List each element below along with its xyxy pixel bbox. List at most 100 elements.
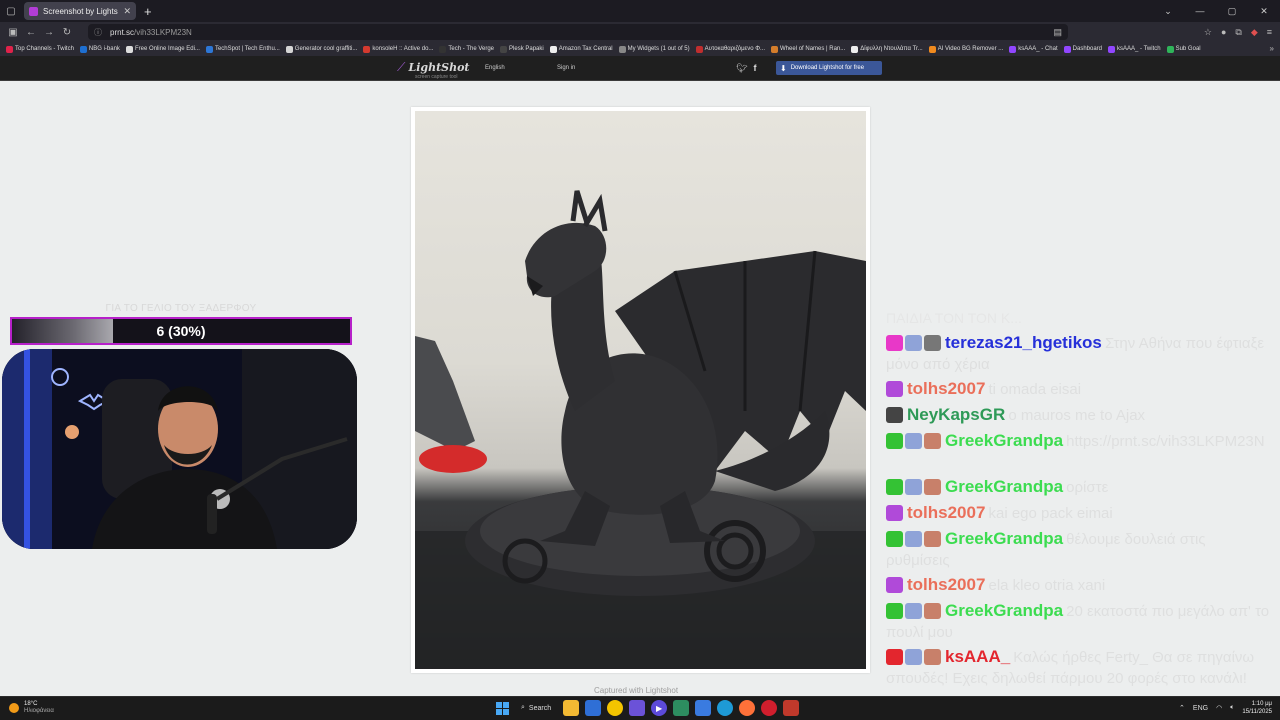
address-bar[interactable]: ⓘ prnt.sc/vih33LKPM23N ▤	[88, 24, 1068, 40]
back-icon[interactable]: ←	[22, 27, 40, 38]
bookmark-item[interactable]: Free Online Image Edi...	[125, 45, 200, 53]
menu-icon[interactable]: ≡	[1267, 27, 1272, 38]
download-button[interactable]: ⬇ Download Lightshot for free	[776, 61, 882, 75]
media-player-icon[interactable]: ▶	[651, 700, 668, 716]
new-tab-icon[interactable]: +	[144, 5, 152, 18]
bookmark-favicon-icon	[125, 45, 133, 53]
close-tab-icon[interactable]: ✕	[123, 6, 131, 17]
firefox-icon[interactable]	[739, 700, 756, 716]
url-text[interactable]: prnt.sc/vih33LKPM23N	[110, 28, 192, 37]
account-icon[interactable]: ●	[1221, 27, 1226, 38]
bookmark-star-icon[interactable]: ☆	[1204, 27, 1212, 38]
reload-icon[interactable]: ↻	[58, 27, 76, 38]
twitter-icon[interactable]: 🐦︎	[736, 63, 747, 74]
search-icon: ⌕	[521, 704, 525, 711]
toolbar-icons: ☆ ● ⧉ ◆ ≡	[1204, 27, 1272, 38]
language-indicator[interactable]: ENG	[1193, 705, 1208, 712]
chat-badge-icon	[905, 433, 922, 449]
bookmark-label: Top Channels - Twitch	[15, 46, 74, 52]
bookmark-label: Wheel of Names | Ran...	[780, 46, 846, 52]
windows-taskbar: 18°C Ηλιοφάνεια ⌕ Search ▶ ⌃ ENG ◠ 🔈︎ 1:…	[0, 696, 1280, 720]
extension-badge-icon[interactable]: ◆	[1251, 27, 1258, 38]
tab-bar: ▢ Screenshot by Lightshot ✕ + ⌄ — ▢ ✕	[0, 0, 1280, 22]
bookmark-item[interactable]: AI Video BG Remover ...	[928, 45, 1003, 53]
chat-badge-icon	[886, 531, 903, 547]
chat-message: ksAAA_ Καλώς ήρθες Ferty_ Θα σε πηγαίνω …	[886, 647, 1271, 690]
clock-time: 1:10 μμ	[1251, 701, 1272, 707]
discord-icon[interactable]	[629, 700, 646, 716]
chat-username: GreekGrandpa	[945, 601, 1064, 620]
more-bookmarks-icon[interactable]: »	[1270, 42, 1274, 56]
streaming-app-icon[interactable]	[783, 700, 800, 716]
bookmark-item[interactable]: ksAAA_ - Twitch	[1108, 45, 1161, 53]
extensions-icon[interactable]: ⧉	[1235, 27, 1241, 38]
reader-view-icon[interactable]: ▤	[1053, 27, 1062, 38]
close-window-icon[interactable]: ✕	[1248, 6, 1280, 17]
weather-widget[interactable]: 18°C Ηλιοφάνεια	[9, 701, 54, 715]
site-info-icon[interactable]: ⓘ	[94, 27, 102, 38]
dragon-figurine-photo[interactable]	[415, 111, 866, 669]
forward-icon[interactable]: →	[40, 27, 58, 38]
opera-icon[interactable]	[761, 700, 778, 716]
social-links: 🐦︎ f	[736, 63, 756, 74]
bookmark-item[interactable]: Plesk Papaki	[500, 45, 544, 53]
chat-text: Καλώς ήρθες Ferty_ Θα σε πηγαίνω σπουδές…	[886, 649, 1255, 687]
download-icon: ⬇	[780, 63, 787, 73]
app-icon[interactable]	[673, 700, 690, 716]
weather-desc: Ηλιοφάνεια	[24, 708, 54, 714]
signin-link[interactable]: Sign in	[557, 65, 575, 71]
settings-app-icon[interactable]	[695, 700, 712, 716]
chat-message: terezas21_hgetikos Στην Αθήνα που έφτιαξ…	[886, 333, 1271, 376]
tab-lightshot[interactable]: Screenshot by Lightshot ✕	[24, 2, 136, 20]
bookmark-item[interactable]: Top Channels - Twitch	[6, 45, 74, 53]
bookmark-item[interactable]: Amazon Tax Central	[549, 45, 613, 53]
chat-badge-icon	[886, 505, 903, 521]
chat-username: tolhs2007	[907, 503, 986, 522]
chat-badge-icon	[905, 335, 922, 351]
chat-badge-icon	[905, 603, 922, 619]
chat-username: GreekGrandpa	[945, 529, 1064, 548]
file-explorer-icon[interactable]	[563, 700, 580, 716]
bookmark-item[interactable]: Dashboard	[1063, 45, 1102, 53]
lightshot-logo[interactable]: ⟋ LightShot screen capture tool	[397, 60, 470, 80]
tray-overflow-icon[interactable]: ⌃	[1179, 704, 1185, 712]
bookmark-item[interactable]: Generator cool graffiti...	[285, 45, 357, 53]
bookmark-item[interactable]: Αυτοκαθαριζόμενο Φ...	[695, 45, 765, 53]
bookmark-item[interactable]: Sub Goal	[1166, 45, 1201, 53]
chat-username: tolhs2007	[907, 575, 986, 594]
tabs-dropdown-icon[interactable]: ⌄	[1152, 6, 1184, 17]
logo-tagline: screen capture tool	[415, 74, 458, 80]
chat-badges	[886, 603, 941, 619]
bookmark-item[interactable]: NBG i-bank	[79, 45, 120, 53]
bookmark-item[interactable]: My Widgets (1 out of 5)	[618, 45, 690, 53]
bookmark-item[interactable]: Tech - The Verge	[439, 45, 494, 53]
bookmark-item[interactable]: Δίφυλλη Ντουλάπα Tr...	[851, 45, 923, 53]
chat-message: tolhs2007 kai ego pack eimai	[886, 503, 1271, 525]
edge-icon[interactable]	[717, 700, 734, 716]
start-icon[interactable]	[496, 701, 509, 715]
volume-icon[interactable]: 🔈︎	[1230, 704, 1234, 712]
wifi-icon[interactable]: ◠	[1216, 704, 1222, 712]
minimize-icon[interactable]: —	[1184, 6, 1216, 16]
chrome-canary-icon[interactable]	[607, 700, 624, 716]
chat-message: GreekGrandpa 20 εκατοστά πιο μεγάλο απ' …	[886, 601, 1271, 644]
facebook-icon[interactable]: f	[753, 63, 756, 74]
bookmark-favicon-icon	[771, 45, 779, 53]
feather-icon: ⟋	[397, 60, 406, 74]
mail-icon[interactable]	[585, 700, 602, 716]
sidebar-icon[interactable]: ▣	[4, 27, 22, 38]
chat-text: 20 εκατοστά πιο μεγάλο απ' το πουλί μου	[886, 603, 1270, 641]
bookmarks-bar: Top Channels - Twitch NBG i-bank Free Onli…	[0, 42, 1280, 56]
language-select[interactable]: English	[485, 65, 505, 71]
screenshot-frame	[411, 107, 870, 673]
bookmark-item[interactable]: Wheel of Names | Ran...	[771, 45, 846, 53]
bookmark-item[interactable]: ksAAA_ - Chat	[1009, 45, 1058, 53]
taskbar-search[interactable]: ⌕ Search	[515, 700, 557, 716]
tab-list-icon[interactable]: ▢	[0, 0, 22, 22]
bookmark-item[interactable]: TechSpot | Tech Enthu...	[205, 45, 280, 53]
bookmark-label: My Widgets (1 out of 5)	[627, 46, 690, 52]
bookmark-item[interactable]: konsoleH :: Active do...	[363, 45, 433, 53]
clock[interactable]: 1:10 μμ 15/11/2025	[1242, 700, 1272, 716]
maximize-icon[interactable]: ▢	[1216, 6, 1248, 17]
chat-badge-icon	[905, 649, 922, 665]
